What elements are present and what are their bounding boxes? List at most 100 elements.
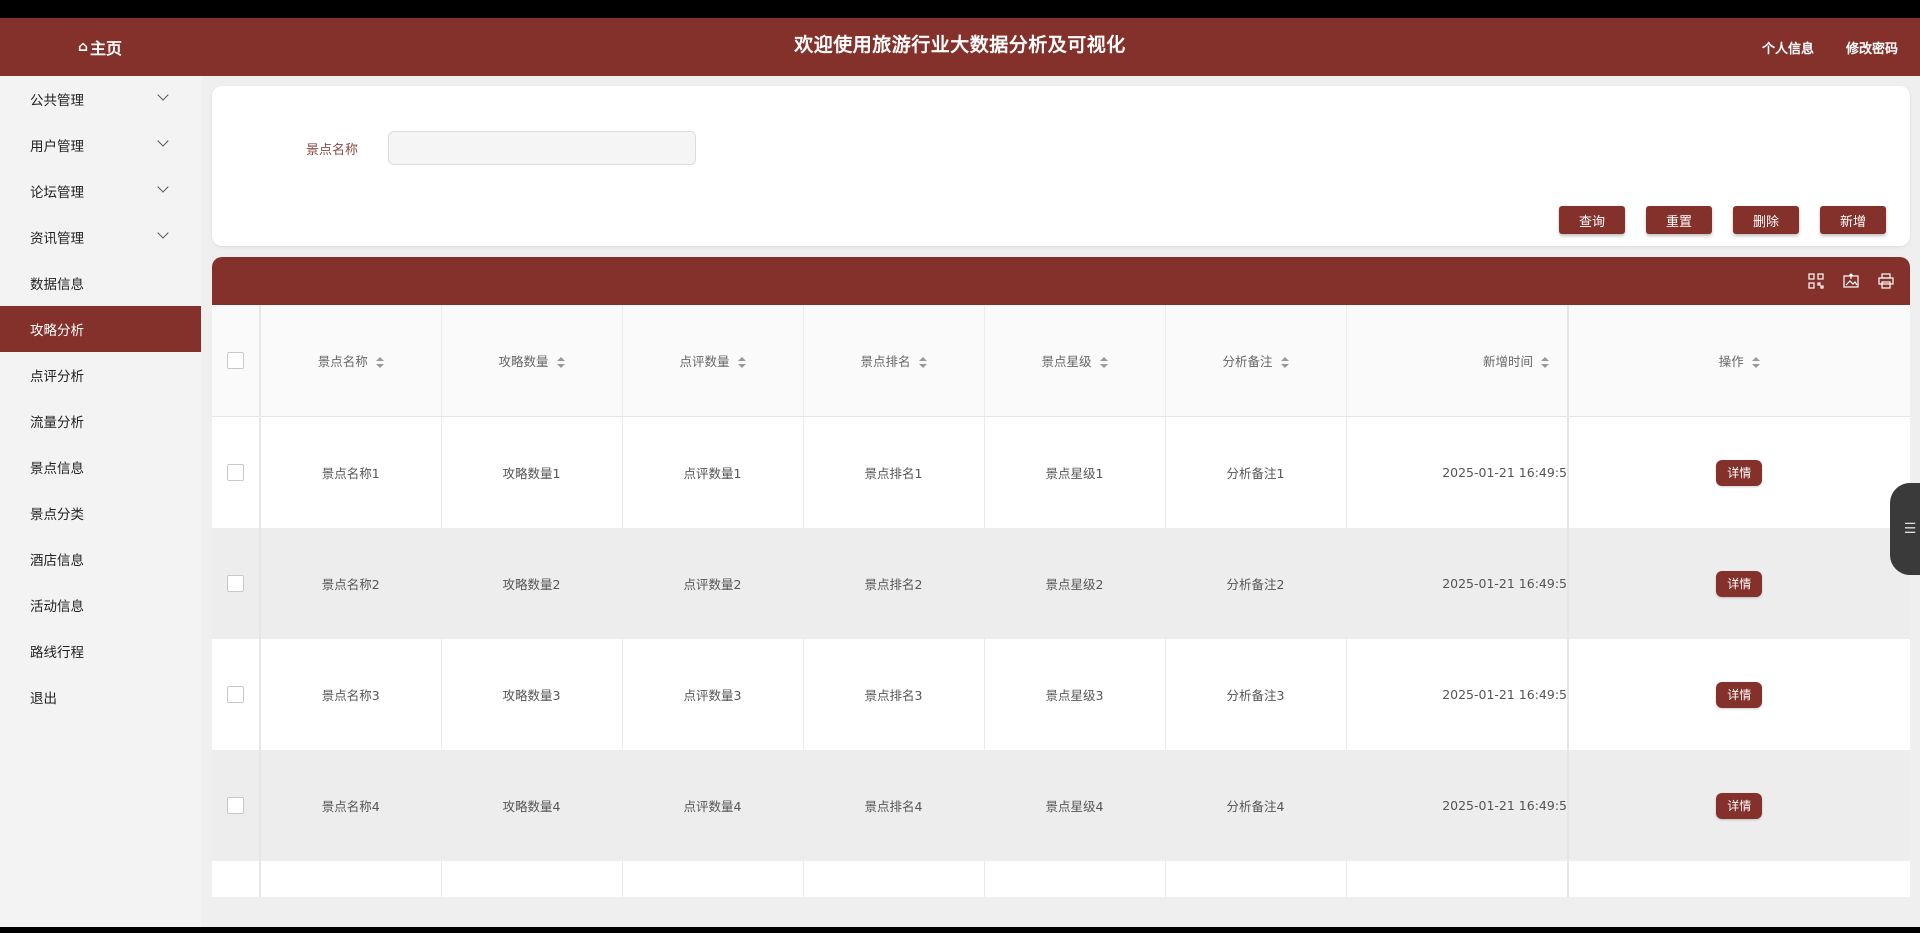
sidebar-item-data[interactable]: 数据信息 xyxy=(0,260,201,306)
sidebar-item-label: 用户管理 xyxy=(30,139,84,155)
table-row: 景点名称2 攻略数量2 点评数量2 景点排名2 景点星级2 分析备注2 2025… xyxy=(212,528,1910,639)
column-header[interactable]: 景点名称 xyxy=(260,305,442,417)
sidebar-item-label: 数据信息 xyxy=(30,277,84,293)
search-panel: 景点名称 查询 重置 删除 新增 xyxy=(212,86,1910,246)
top-links: 个人信息 修改密码 xyxy=(1762,18,1898,76)
query-button[interactable]: 查询 xyxy=(1559,206,1625,234)
table-cell: 分析备注2 xyxy=(1165,528,1347,639)
add-button[interactable]: 新增 xyxy=(1820,206,1886,234)
table-cell: 景点星级4 xyxy=(984,750,1166,861)
column-header[interactable]: 操作 xyxy=(1567,305,1910,417)
column-header[interactable]: 点评数量 xyxy=(622,305,804,417)
row-checkbox[interactable] xyxy=(227,686,244,703)
table-cell: 攻略数量2 xyxy=(441,528,623,639)
column-header[interactable]: 攻略数量 xyxy=(441,305,623,417)
sidebar-item-label: 论坛管理 xyxy=(30,185,84,201)
chevron-down-icon xyxy=(157,89,169,101)
chevron-down-icon xyxy=(157,135,169,147)
table-cell xyxy=(441,861,623,897)
attraction-name-input[interactable] xyxy=(388,131,696,165)
row-checkbox[interactable] xyxy=(227,464,244,481)
sidebar-item-forum[interactable]: 论坛管理 xyxy=(0,168,201,214)
table-cell: 景点排名4 xyxy=(803,750,985,861)
table-cell: 景点排名1 xyxy=(803,416,985,528)
export-image-icon[interactable] xyxy=(1842,272,1859,289)
table-cell: 攻略数量3 xyxy=(441,639,623,750)
sidebar-item-logout[interactable]: 退出 xyxy=(0,674,201,720)
table-cell xyxy=(622,861,804,897)
sidebar-item-events[interactable]: 活动信息 xyxy=(0,582,201,628)
table-cell: 点评数量1 xyxy=(622,416,804,528)
sidebar-item-label: 退出 xyxy=(30,691,57,707)
sidebar-item-attraction-category[interactable]: 景点分类 xyxy=(0,490,201,536)
table-cell xyxy=(260,861,442,897)
sidebar-item-label: 路线行程 xyxy=(30,645,84,661)
sort-icon[interactable] xyxy=(1751,357,1760,368)
sort-icon[interactable] xyxy=(918,357,927,368)
search-label: 景点名称 xyxy=(306,143,359,158)
select-all-checkbox[interactable] xyxy=(227,352,244,369)
sidebar-item-label: 景点分类 xyxy=(30,507,84,523)
actions-cell: 详情 xyxy=(1567,750,1910,861)
sort-icon[interactable] xyxy=(737,357,746,368)
table-cell: 景点星级3 xyxy=(984,639,1166,750)
column-header[interactable]: 分析备注 xyxy=(1165,305,1347,417)
column-header[interactable]: 新增时间 xyxy=(1346,305,1569,417)
sort-icon[interactable] xyxy=(1099,357,1108,368)
column-header[interactable]: 景点星级 xyxy=(984,305,1166,417)
detail-button[interactable]: 详情 xyxy=(1716,681,1763,708)
sidebar-item-label: 攻略分析 xyxy=(30,323,84,339)
reset-button[interactable]: 重置 xyxy=(1646,206,1712,234)
sidebar-item-users[interactable]: 用户管理 xyxy=(0,122,201,168)
sidebar-item-attractions[interactable]: 景点信息 xyxy=(0,444,201,490)
qr-code-icon[interactable] xyxy=(1807,272,1824,289)
sort-icon[interactable] xyxy=(375,357,384,368)
sidebar-item-traffic-analysis[interactable]: 流量分析 xyxy=(0,398,201,444)
profile-link[interactable]: 个人信息 xyxy=(1762,38,1814,57)
actions-cell: 详情 xyxy=(1567,528,1910,639)
table-row xyxy=(212,861,1910,897)
table-cell: 景点排名3 xyxy=(803,639,985,750)
sort-icon[interactable] xyxy=(556,357,565,368)
detail-button[interactable]: 详情 xyxy=(1716,459,1763,486)
row-checkbox[interactable] xyxy=(227,575,244,592)
table-cell: 2025-01-21 16:49:5 xyxy=(1346,750,1569,861)
chevron-down-icon xyxy=(157,227,169,239)
column-header[interactable]: 景点排名 xyxy=(803,305,985,417)
table-cell: 景点星级2 xyxy=(984,528,1166,639)
table-cell: 景点排名2 xyxy=(803,528,985,639)
chevron-down-icon xyxy=(157,181,169,193)
table-cell: 景点名称4 xyxy=(260,750,442,861)
table-cell: 2025-01-21 16:49:5 xyxy=(1346,528,1569,639)
sidebar-item-guide-analysis[interactable]: 攻略分析 xyxy=(0,306,201,352)
table-cell: 景点名称2 xyxy=(260,528,442,639)
home-link[interactable]: ⌂ 主页 xyxy=(0,18,200,76)
sidebar-item-routes[interactable]: 路线行程 xyxy=(0,628,201,674)
row-checkbox[interactable] xyxy=(227,797,244,814)
table-cell xyxy=(1165,861,1347,897)
detail-button[interactable]: 详情 xyxy=(1716,792,1763,819)
change-password-link[interactable]: 修改密码 xyxy=(1846,38,1898,57)
table-header-row: 景点名称 攻略数量 点评数量 景点排名 景点星级 分析备注 新增时间 操作 xyxy=(212,305,1910,417)
table-cell: 景点名称1 xyxy=(260,416,442,528)
delete-button[interactable]: 删除 xyxy=(1733,206,1799,234)
sidebar-item-news[interactable]: 资讯管理 xyxy=(0,214,201,260)
side-drawer-handle[interactable]: ☰ xyxy=(1890,483,1920,575)
home-icon: ⌂ xyxy=(77,39,88,55)
table-row: 景点名称3 攻略数量3 点评数量3 景点排名3 景点星级3 分析备注3 2025… xyxy=(212,639,1910,750)
print-icon[interactable] xyxy=(1877,272,1894,289)
sidebar-item-hotels[interactable]: 酒店信息 xyxy=(0,536,201,582)
sidebar-item-label: 点评分析 xyxy=(30,369,84,385)
table-cell xyxy=(984,861,1166,897)
top-bar: ⌂ 主页 欢迎使用旅游行业大数据分析及可视化 个人信息 修改密码 xyxy=(0,18,1920,76)
action-buttons: 查询 重置 删除 新增 xyxy=(1559,206,1886,234)
app-frame: ⌂ 主页 欢迎使用旅游行业大数据分析及可视化 个人信息 修改密码 公共管理 用户… xyxy=(0,18,1920,927)
sidebar-item-public[interactable]: 公共管理 xyxy=(0,76,201,122)
sidebar: 公共管理 用户管理 论坛管理 资讯管理 数据信息 攻略分析 点评分析 流量分析 … xyxy=(0,76,201,927)
menu-toggle-icon: ☰ xyxy=(1903,521,1917,537)
detail-button[interactable]: 详情 xyxy=(1716,570,1763,597)
sort-icon[interactable] xyxy=(1541,357,1549,368)
row-select-cell xyxy=(212,750,261,861)
sort-icon[interactable] xyxy=(1280,357,1289,368)
sidebar-item-review-analysis[interactable]: 点评分析 xyxy=(0,352,201,398)
